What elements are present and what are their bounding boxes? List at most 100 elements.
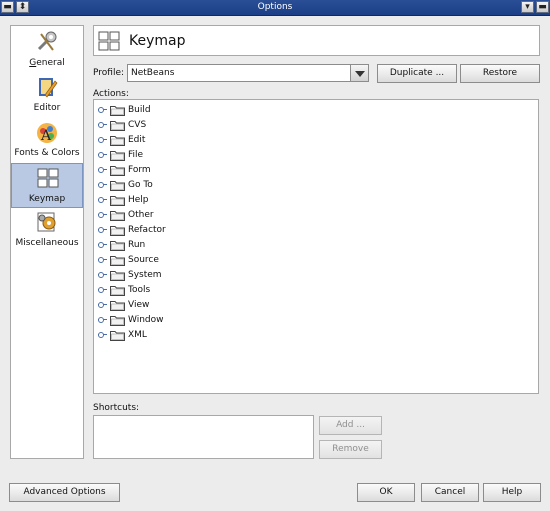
tree-node[interactable]: View bbox=[98, 298, 398, 313]
tree-node-label: Help bbox=[128, 195, 149, 205]
tree-node[interactable]: Window bbox=[98, 313, 398, 328]
expand-handle-icon[interactable] bbox=[98, 302, 104, 308]
remove-shortcut-button[interactable]: Remove bbox=[319, 440, 382, 459]
tree-node-label: Source bbox=[128, 255, 159, 265]
actions-tree[interactable]: Build CVS Edit File Form Go To Help Other Refact… bbox=[93, 99, 539, 394]
shortcuts-list[interactable] bbox=[93, 415, 314, 459]
window-maximize-button[interactable]: ▬ bbox=[536, 1, 549, 13]
expand-handle-icon[interactable] bbox=[98, 137, 104, 143]
pencil-icon bbox=[39, 78, 58, 98]
tree-node-label: XML bbox=[128, 330, 147, 340]
expand-handle-icon[interactable] bbox=[98, 287, 104, 293]
keyboard-icon bbox=[98, 31, 120, 51]
add-shortcut-button[interactable]: Add ... bbox=[319, 416, 382, 435]
wrench-icon bbox=[37, 31, 57, 51]
duplicate-button[interactable]: Duplicate ... bbox=[377, 64, 457, 83]
expand-handle-icon[interactable] bbox=[98, 317, 104, 323]
expand-handle-icon[interactable] bbox=[98, 167, 104, 173]
tree-node-label: Refactor bbox=[128, 225, 166, 235]
expand-handle-icon[interactable] bbox=[98, 257, 104, 263]
tree-node-label: Other bbox=[128, 210, 154, 220]
expand-handle-icon[interactable] bbox=[98, 227, 104, 233]
profile-value: NetBeans bbox=[131, 68, 175, 78]
tree-node-label: Run bbox=[128, 240, 146, 250]
tree-node[interactable]: Go To bbox=[98, 178, 398, 193]
expand-handle-icon[interactable] bbox=[98, 332, 104, 338]
category-misc[interactable]: Miscellaneous bbox=[11, 208, 83, 253]
category-label: Editor bbox=[11, 103, 83, 113]
tree-node-label: Window bbox=[128, 315, 164, 325]
advanced-options-button[interactable]: Advanced Options bbox=[9, 483, 120, 502]
folder-icon bbox=[110, 151, 125, 161]
tree-node[interactable]: Source bbox=[98, 253, 398, 268]
tree-node[interactable]: Form bbox=[98, 163, 398, 178]
fonts-colors-icon: A bbox=[37, 123, 57, 144]
keyboard-icon bbox=[37, 168, 59, 188]
tree-node[interactable]: XML bbox=[98, 328, 398, 343]
ok-button[interactable]: OK bbox=[357, 483, 415, 502]
category-label: Keymap bbox=[12, 194, 82, 204]
window-titlebar: ▬ ⬍ Options ▾ ▬ bbox=[0, 0, 550, 16]
tree-node-label: Edit bbox=[128, 135, 146, 145]
expand-handle-icon[interactable] bbox=[98, 242, 104, 248]
folder-icon bbox=[110, 181, 125, 191]
folder-icon bbox=[110, 166, 125, 176]
tree-node-label: System bbox=[128, 270, 162, 280]
tree-node[interactable]: Help bbox=[98, 193, 398, 208]
tree-node[interactable]: Tools bbox=[98, 283, 398, 298]
tree-node[interactable]: File bbox=[98, 148, 398, 163]
profile-select[interactable]: NetBeans bbox=[127, 64, 369, 82]
tree-node-label: View bbox=[128, 300, 150, 310]
page-header: Keymap bbox=[93, 25, 540, 56]
folder-icon bbox=[110, 301, 125, 311]
folder-icon bbox=[110, 121, 125, 131]
category-general-label: eneral bbox=[36, 58, 65, 68]
expand-handle-icon[interactable] bbox=[98, 212, 104, 218]
shortcuts-label: Shortcuts: bbox=[93, 403, 140, 413]
window-minimize-button[interactable]: ▾ bbox=[521, 1, 534, 13]
category-editor[interactable]: Editor bbox=[11, 73, 83, 118]
chevron-down-icon[interactable] bbox=[350, 65, 368, 81]
expand-handle-icon[interactable] bbox=[98, 197, 104, 203]
gears-icon bbox=[37, 212, 56, 232]
folder-icon bbox=[110, 136, 125, 146]
category-label: Fonts & Colors bbox=[11, 148, 83, 158]
tree-node[interactable]: Build bbox=[98, 103, 398, 118]
tree-node[interactable]: System bbox=[98, 268, 398, 283]
category-general[interactable]: General bbox=[11, 28, 83, 73]
tree-node[interactable]: Other bbox=[98, 208, 398, 223]
tree-node[interactable]: Refactor bbox=[98, 223, 398, 238]
actions-label: Actions: bbox=[93, 89, 129, 99]
folder-icon bbox=[110, 256, 125, 266]
folder-icon bbox=[110, 226, 125, 236]
category-keymap-label: Keymap bbox=[28, 194, 66, 204]
expand-handle-icon[interactable] bbox=[98, 182, 104, 188]
help-button[interactable]: Help bbox=[483, 483, 541, 502]
expand-handle-icon[interactable] bbox=[98, 107, 104, 113]
cancel-button[interactable]: Cancel bbox=[421, 483, 479, 502]
category-keymap[interactable]: Keymap bbox=[11, 163, 83, 208]
restore-button[interactable]: Restore bbox=[460, 64, 540, 83]
folder-icon bbox=[110, 316, 125, 326]
folder-icon bbox=[110, 331, 125, 341]
category-fonts-label: Fonts & Colors bbox=[14, 148, 80, 158]
category-label: Miscellaneous bbox=[11, 238, 83, 248]
folder-icon bbox=[110, 241, 125, 251]
svg-text:A: A bbox=[40, 128, 52, 144]
folder-icon bbox=[110, 196, 125, 206]
tree-node[interactable]: Edit bbox=[98, 133, 398, 148]
tree-node-label: CVS bbox=[128, 120, 147, 130]
category-fonts-colors[interactable]: A Fonts & Colors bbox=[11, 118, 83, 163]
tree-node-label: Tools bbox=[128, 285, 151, 295]
folder-icon bbox=[110, 211, 125, 221]
tree-node-label: Build bbox=[128, 105, 151, 115]
category-misc-label: Miscellaneous bbox=[15, 238, 79, 248]
tree-node-label: Form bbox=[128, 165, 151, 175]
expand-handle-icon[interactable] bbox=[98, 122, 104, 128]
expand-handle-icon[interactable] bbox=[98, 152, 104, 158]
folder-icon bbox=[110, 271, 125, 281]
tree-node[interactable]: CVS bbox=[98, 118, 398, 133]
tree-node[interactable]: Run bbox=[98, 238, 398, 253]
folder-icon bbox=[110, 106, 125, 116]
expand-handle-icon[interactable] bbox=[98, 272, 104, 278]
